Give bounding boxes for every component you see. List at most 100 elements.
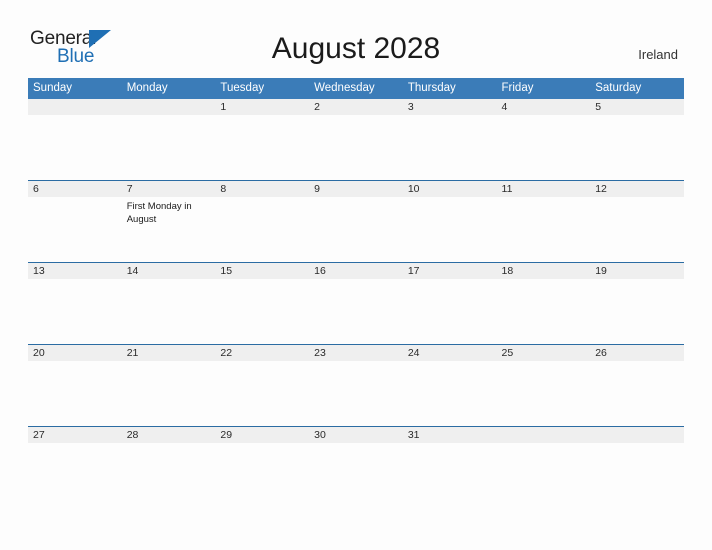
day-events: [309, 197, 403, 201]
calendar-day-cell[interactable]: 14: [121, 262, 216, 345]
calendar-day-cell[interactable]: 17: [402, 262, 497, 345]
day-events: [309, 443, 403, 447]
calendar-day-cell[interactable]: 5: [590, 99, 684, 181]
day-events: [28, 115, 122, 119]
calendar-week-row: 20 21 22 23 24 25 26: [28, 344, 684, 427]
day-number: 2: [309, 99, 403, 115]
day-events: [403, 443, 497, 447]
calendar-day-cell[interactable]: 30: [309, 426, 403, 508]
calendar-day-cell[interactable]: 6: [28, 180, 122, 263]
day-events: [497, 361, 591, 365]
day-number: 7: [121, 181, 216, 197]
day-events: [215, 197, 309, 201]
day-events: [403, 115, 497, 119]
day-number: 25: [496, 345, 591, 361]
calendar-day-cell[interactable]: [121, 99, 216, 181]
calendar-day-cell[interactable]: [496, 426, 591, 508]
day-events: [122, 361, 216, 365]
day-number: 18: [496, 263, 591, 279]
calendar-day-cell[interactable]: 31: [402, 426, 497, 508]
day-number: 23: [309, 345, 403, 361]
weekday-header-tuesday: Tuesday: [215, 78, 310, 99]
calendar-day-cell[interactable]: 27: [28, 426, 122, 508]
calendar-page: General Blue August 2028 Ireland Sunday …: [0, 0, 712, 550]
day-events: [590, 197, 684, 201]
day-number: 21: [121, 345, 216, 361]
day-number: 1: [215, 99, 310, 115]
weekday-header-sunday: Sunday: [28, 78, 122, 99]
calendar-day-cell[interactable]: 4: [496, 99, 591, 181]
calendar-day-cell[interactable]: 24: [402, 344, 497, 427]
calendar-day-cell[interactable]: 22: [215, 344, 310, 427]
weekday-header-saturday: Saturday: [590, 78, 684, 99]
calendar-day-cell[interactable]: [28, 99, 122, 181]
calendar-day-cell[interactable]: 8: [215, 180, 310, 263]
calendar-day-cell[interactable]: 21: [121, 344, 216, 427]
calendar-day-cell[interactable]: 19: [590, 262, 684, 345]
weekday-header-thursday: Thursday: [402, 78, 497, 99]
calendar-day-cell[interactable]: 10: [402, 180, 497, 263]
day-number: 22: [215, 345, 310, 361]
day-number: 31: [402, 427, 497, 443]
day-events: [403, 197, 497, 201]
day-number: 28: [121, 427, 216, 443]
day-events: [215, 361, 309, 365]
calendar-day-cell[interactable]: 13: [28, 262, 122, 345]
day-number: 30: [309, 427, 403, 443]
day-events: [28, 361, 122, 365]
day-number: 27: [28, 427, 122, 443]
day-number: 16: [309, 263, 403, 279]
day-events: [403, 279, 497, 283]
day-number: [28, 99, 122, 115]
day-events: [28, 279, 122, 283]
calendar-day-cell[interactable]: 9: [309, 180, 403, 263]
calendar-day-cell[interactable]: 26: [590, 344, 684, 427]
weekday-header-friday: Friday: [496, 78, 591, 99]
day-number: 24: [402, 345, 497, 361]
day-number: 10: [402, 181, 497, 197]
calendar-day-cell[interactable]: 25: [496, 344, 591, 427]
day-events: [28, 197, 122, 201]
calendar-day-cell[interactable]: 3: [402, 99, 497, 181]
day-number: 11: [496, 181, 591, 197]
calendar-body: 1 2 3 4 5 6 7 First Monday in August 8 9 10 11 12 13 1…: [28, 99, 684, 508]
day-events: [122, 443, 216, 447]
weekday-header-monday: Monday: [121, 78, 216, 99]
calendar-day-cell[interactable]: 16: [309, 262, 403, 345]
calendar-day-cell[interactable]: 7 First Monday in August: [121, 180, 216, 263]
calendar-day-cell[interactable]: 12: [590, 180, 684, 263]
calendar-day-cell[interactable]: 15: [215, 262, 310, 345]
day-events: [497, 115, 591, 119]
calendar-header-row: Sunday Monday Tuesday Wednesday Thursday…: [28, 78, 684, 99]
calendar-day-cell[interactable]: 1: [215, 99, 310, 181]
day-events: [403, 361, 497, 365]
day-number: 4: [496, 99, 591, 115]
calendar-day-cell[interactable]: 28: [121, 426, 216, 508]
day-number: 8: [215, 181, 310, 197]
day-events: [497, 279, 591, 283]
calendar-day-cell[interactable]: 2: [309, 99, 403, 181]
calendar-day-cell[interactable]: 18: [496, 262, 591, 345]
calendar-week-row: 27 28 29 30 31: [28, 426, 684, 508]
calendar-day-cell[interactable]: 11: [496, 180, 591, 263]
calendar-day-cell[interactable]: 29: [215, 426, 310, 508]
calendar-day-cell[interactable]: 23: [309, 344, 403, 427]
day-events: [122, 115, 216, 119]
day-number: 6: [28, 181, 122, 197]
day-events: [215, 443, 309, 447]
calendar-week-row: 12345: [28, 99, 684, 181]
day-number: 12: [590, 181, 684, 197]
month-calendar: Sunday Monday Tuesday Wednesday Thursday…: [28, 78, 684, 508]
day-events: [309, 115, 403, 119]
region-label: Ireland: [638, 47, 678, 62]
weekday-header-wednesday: Wednesday: [309, 78, 403, 99]
page-header: General Blue August 2028 Ireland: [0, 0, 712, 78]
day-number: 26: [590, 345, 684, 361]
calendar-day-cell[interactable]: [590, 426, 684, 508]
calendar-day-cell[interactable]: 20: [28, 344, 122, 427]
day-number: 19: [590, 263, 684, 279]
day-number: 3: [402, 99, 497, 115]
day-number: 17: [402, 263, 497, 279]
day-events: [497, 443, 591, 447]
day-number: [590, 427, 684, 443]
